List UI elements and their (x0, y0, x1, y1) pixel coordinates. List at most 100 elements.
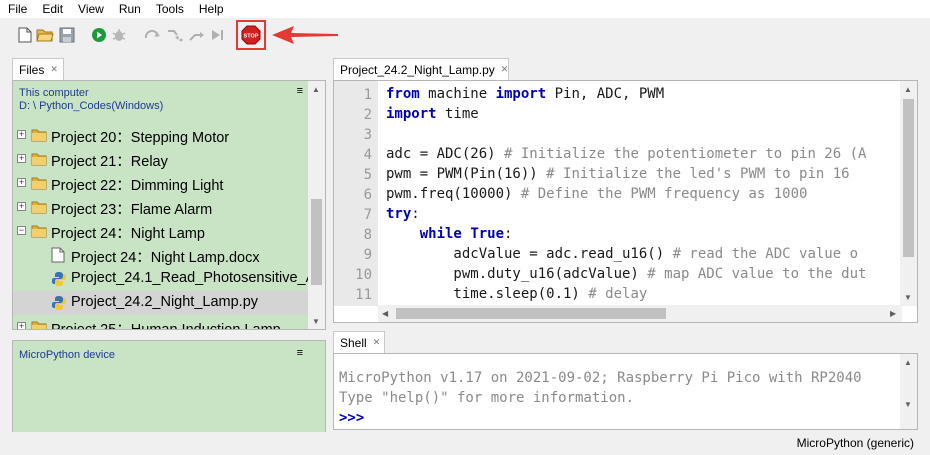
tab-editor-file[interactable]: Project_24.2_Night_Lamp.py ✕ (333, 58, 509, 80)
file-tree-item-label: Project 22：Dimming Light (51, 178, 224, 194)
file-tree-item[interactable]: Project 24：Night Lamp.docx (13, 243, 309, 267)
tab-files[interactable]: Files ✕ (12, 58, 64, 80)
file-tree-item[interactable]: + Project 21：Relay (13, 147, 309, 171)
files-scrollbar[interactable]: ▲ ▼ (308, 81, 325, 329)
scroll-up-icon[interactable]: ▲ (312, 85, 320, 94)
expand-icon[interactable]: + (17, 154, 26, 163)
file-tree-item-label: Project 20：Stepping Motor (51, 130, 230, 146)
line-number: 5 (363, 167, 372, 183)
status-bar: MicroPython (generic) (0, 432, 930, 455)
editor-horizontal-scrollbar[interactable]: ◀ ▶ (378, 305, 902, 322)
resume-icon[interactable] (208, 26, 226, 44)
line-number: 11 (355, 287, 372, 303)
step-over-icon[interactable] (144, 26, 162, 44)
scroll-down-icon[interactable]: ▼ (312, 317, 320, 326)
file-tree-item[interactable]: Project_24.2_Night_Lamp.py (13, 291, 309, 315)
menu-run[interactable]: Run (119, 2, 141, 16)
stop-button-highlight: STOP (236, 20, 266, 50)
file-tree-item[interactable]: Project_24.1_Read_Photosensitive_A (13, 267, 309, 291)
location-path[interactable]: This computer D: \ Python_Codes(Windows) (19, 87, 163, 113)
debug-icon[interactable] (110, 26, 128, 44)
file-tree: + Project 20：Stepping Motor + Project 21：Re… (13, 123, 309, 329)
menu-edit[interactable]: Edit (42, 2, 63, 16)
editor-tab-label: Project_24.2_Night_Lamp.py (340, 62, 495, 77)
scroll-thumb[interactable] (311, 199, 322, 285)
file-tree-item[interactable]: + Project 22：Dimming Light (13, 171, 309, 195)
code-line[interactable]: adc = ADC(26) # Initialize the potentiom… (386, 144, 866, 164)
svg-text:STOP: STOP (244, 34, 259, 40)
close-icon[interactable]: ✕ (501, 64, 509, 75)
menu-help[interactable]: Help (199, 2, 224, 16)
scroll-left-icon[interactable]: ◀ (382, 309, 388, 318)
menu-file[interactable]: File (8, 2, 27, 16)
code-line[interactable]: try: (386, 204, 420, 224)
scroll-right-icon[interactable]: ▶ (890, 309, 896, 318)
arrow-indicator-icon (272, 26, 338, 44)
shell-help-line: Type "help()" for more information. (339, 390, 635, 406)
scroll-thumb[interactable] (396, 308, 666, 319)
expand-icon[interactable]: + (17, 178, 26, 187)
run-icon[interactable] (90, 26, 108, 44)
scroll-up-icon[interactable]: ▲ (904, 85, 912, 94)
code-editor[interactable]: 1 2 3 4 5 6 7 8 9 10 11 from machine import Pin, A… (333, 80, 918, 323)
open-folder-icon[interactable] (36, 26, 54, 44)
expand-icon[interactable]: + (17, 202, 26, 211)
file-tree-item-label: Project 24：Night Lamp (51, 226, 205, 242)
code-line[interactable]: from machine import Pin, ADC, PWM (386, 84, 664, 104)
code-line[interactable]: pwm.freq(10000) # Define the PWM frequen… (386, 184, 807, 204)
toolbar (0, 18, 930, 54)
code-line[interactable]: time.sleep(0.1) # delay (386, 284, 647, 303)
scroll-down-icon[interactable]: ▼ (904, 293, 912, 302)
folder-icon (31, 175, 47, 191)
shell-tabbar: Shell ✕ (333, 331, 918, 353)
collapse-icon[interactable]: − (17, 226, 26, 235)
code-line[interactable]: pwm = PWM(Pin(16)) # Initialize the led'… (386, 164, 850, 184)
interpreter-status[interactable]: MicroPython (generic) (797, 436, 914, 450)
tab-files-label: Files (19, 62, 45, 77)
files-panel: This computer D: \ Python_Codes(Windows)… (12, 80, 326, 330)
step-out-icon[interactable] (188, 26, 206, 44)
micropython-device-panel: MicroPython device ≡ (12, 340, 326, 443)
file-tree-item[interactable]: + Project 25：Human Induction Lamp (13, 315, 309, 329)
file-tree-item[interactable]: − Project 24：Night Lamp (13, 219, 309, 243)
scroll-up-icon[interactable]: ▲ (904, 358, 912, 367)
close-icon[interactable]: ✕ (373, 337, 381, 348)
code-line[interactable]: adcValue = adc.read_u16() # read the ADC… (386, 244, 858, 264)
editor-vertical-scrollbar[interactable]: ▲ ▼ (900, 81, 917, 306)
shell-scrollbar[interactable]: ▲ ▼ (900, 354, 917, 429)
folder-icon (31, 199, 47, 215)
file-tree-item[interactable]: + Project 20：Stepping Motor (13, 123, 309, 147)
folder-icon (31, 151, 47, 167)
new-file-icon[interactable] (16, 26, 34, 44)
code-line[interactable]: pwm.duty_u16(adcValue) # map ADC value t… (386, 264, 866, 284)
file-tree-item[interactable]: + Project 23：Flame Alarm (13, 195, 309, 219)
folder-icon (31, 127, 47, 143)
files-tabbar: Files ✕ (12, 58, 326, 80)
stop-icon[interactable]: STOP (241, 25, 261, 45)
step-into-icon[interactable] (166, 26, 184, 44)
shell-prompt[interactable]: >>> (339, 410, 364, 426)
menu-view[interactable]: View (78, 2, 104, 16)
code-area[interactable]: from machine import Pin, ADC, PWM import … (386, 81, 898, 303)
tab-shell[interactable]: Shell ✕ (333, 331, 385, 353)
line-number: 10 (355, 267, 372, 283)
line-number: 4 (363, 147, 372, 163)
shell-console[interactable]: MicroPython v1.17 on 2021-09-02; Raspber… (333, 353, 918, 430)
expand-icon[interactable]: + (17, 322, 26, 329)
save-icon[interactable] (58, 26, 76, 44)
line-number: 7 (363, 207, 372, 223)
line-number: 3 (363, 127, 372, 143)
device-menu-icon[interactable]: ≡ (297, 347, 303, 359)
files-menu-icon[interactable]: ≡ (297, 85, 303, 97)
scroll-thumb[interactable] (903, 99, 914, 257)
file-tree-item-label: Project_24.2_Night_Lamp.py (71, 294, 259, 310)
scroll-down-icon[interactable]: ▼ (904, 400, 912, 409)
expand-icon[interactable]: + (17, 130, 26, 139)
code-line[interactable]: import time (386, 104, 479, 124)
close-icon[interactable]: ✕ (50, 64, 58, 75)
code-line[interactable]: while True: (386, 224, 513, 244)
micropython-device-title[interactable]: MicroPython device (19, 349, 115, 362)
location-folder: D: \ Python_Codes(Windows) (19, 100, 164, 112)
menu-tools[interactable]: Tools (156, 2, 184, 16)
line-number: 9 (363, 247, 372, 263)
